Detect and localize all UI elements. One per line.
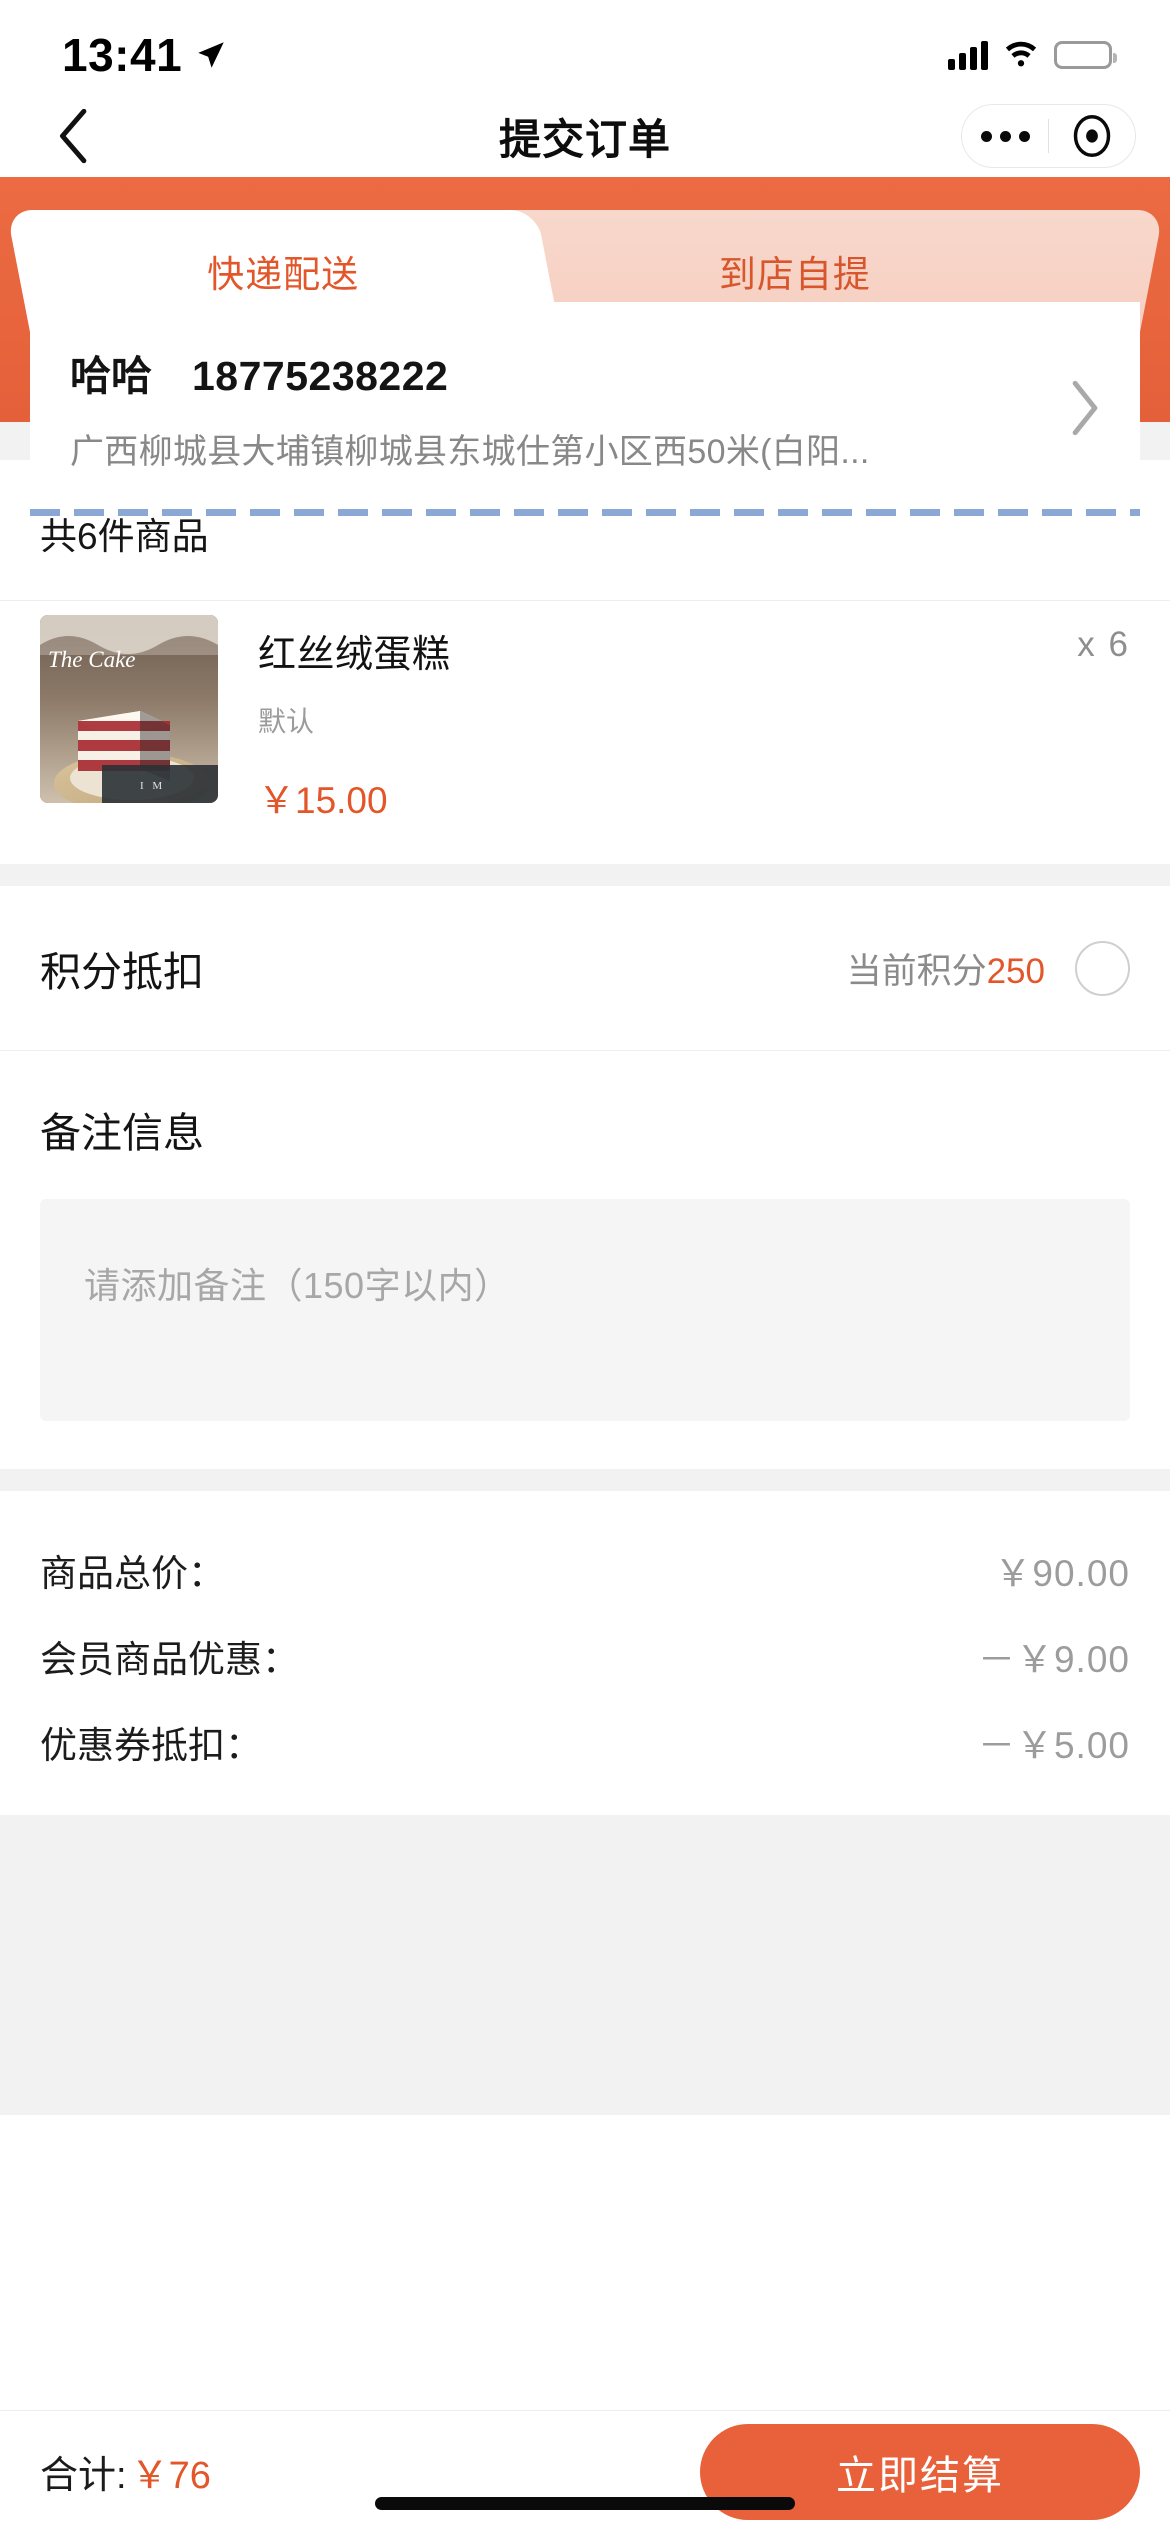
status-bar-time-group: 13:41 (62, 14, 228, 82)
app-screen: 13:41 提交订单 到店自提 快递配送 哈哈 18775238222 广西柳城… (0, 0, 1170, 2532)
address-dashed-edge (30, 509, 1140, 516)
status-bar: 13:41 (0, 0, 1170, 95)
points-label: 积分抵扣 (40, 949, 204, 995)
address-detail: 广西柳城县大埔镇柳城县东城仕第小区西50米(白阳... (70, 433, 870, 471)
red-velvet-cake-photo: The Cake I M (40, 615, 218, 803)
back-button[interactable] (44, 106, 104, 166)
current-points-value: 250 (986, 951, 1045, 991)
miniprogram-capsule[interactable] (961, 104, 1136, 168)
tab-express-delivery-label: 快递配送 (207, 254, 360, 295)
order-total-value: ￥76 (130, 2455, 211, 2497)
svg-text:I M: I M (140, 780, 165, 792)
remark-placeholder: 请添加备注（150字以内） (84, 1265, 511, 1306)
order-total: 合计: ￥76 (40, 2444, 211, 2499)
summary-value: －￥9.00 (977, 1639, 1130, 1680)
points-section: 积分抵扣 当前积分250 备注信息 请添加备注（150字以内） (0, 886, 1170, 1469)
location-arrow-icon (198, 41, 224, 68)
home-indicator (375, 2497, 795, 2510)
points-right-group: 当前积分250 (847, 940, 1130, 996)
battery-low-power-icon (1054, 40, 1117, 69)
product-name: 红丝绒蛋糕 (258, 634, 451, 676)
goods-section: 共6件商品 The Cake I M 红丝绒蛋糕 默认 ￥15.00 x 6 (0, 460, 1170, 864)
points-deduction-row[interactable]: 积分抵扣 当前积分250 (0, 886, 1170, 1050)
checkout-bar: 合计: ￥76 立即结算 (0, 2410, 1170, 2532)
status-bar-indicators (948, 26, 1117, 70)
current-points-text: 当前积分250 (847, 943, 1045, 994)
product-info: 红丝绒蛋糕 默认 ￥15.00 x 6 (218, 615, 1130, 824)
address-arrow[interactable] (1040, 380, 1100, 436)
product-spec: 默认 (258, 706, 315, 737)
list-item[interactable]: The Cake I M 红丝绒蛋糕 默认 ￥15.00 x 6 (0, 601, 1170, 864)
address-content: 哈哈 18775238222 广西柳城县大埔镇柳城县东城仕第小区西50米(白阳.… (70, 342, 1040, 473)
section-gap (0, 1469, 1170, 1491)
delivery-mode-tabs: 到店自提 快递配送 (0, 210, 1170, 332)
summary-section: 商品总价： ￥90.00 会员商品优惠： －￥9.00 优惠券抵扣： －￥5.0… (0, 1491, 1170, 1815)
section-gap (0, 864, 1170, 886)
summary-label: 优惠券抵扣： (40, 1725, 262, 1766)
svg-text:The Cake: The Cake (48, 647, 136, 672)
recipient-phone: 18775238222 (192, 353, 449, 399)
summary-label: 商品总价： (40, 1553, 225, 1594)
product-thumbnail[interactable]: The Cake I M (40, 615, 218, 803)
points-toggle-radio[interactable] (1075, 940, 1130, 996)
target-circle-icon[interactable] (1049, 114, 1135, 158)
status-time: 13:41 (62, 28, 183, 81)
summary-list: 商品总价： ￥90.00 会员商品优惠： －￥9.00 优惠券抵扣： －￥5.0… (0, 1491, 1170, 1815)
remark-input[interactable]: 请添加备注（150字以内） (40, 1199, 1130, 1421)
table-row: 会员商品优惠： －￥9.00 (40, 1613, 1130, 1699)
page-title: 提交订单 (498, 115, 671, 163)
wifi-icon (1005, 41, 1037, 66)
address-card[interactable]: 哈哈 18775238222 广西柳城县大埔镇柳城县东城仕第小区西50米(白阳.… (30, 302, 1140, 509)
product-quantity: x 6 (1077, 625, 1130, 664)
table-row: 商品总价： ￥90.00 (40, 1527, 1130, 1613)
tab-store-pickup-label: 到店自提 (718, 254, 871, 295)
chevron-right-icon (1072, 380, 1098, 435)
address-card-wrapper: 哈哈 18775238222 广西柳城县大埔镇柳城县东城仕第小区西50米(白阳.… (30, 302, 1140, 516)
bottom-gap (0, 1815, 1170, 2115)
chevron-left-icon (60, 108, 87, 164)
summary-label: 会员商品优惠： (40, 1639, 299, 1680)
summary-value: ￥90.00 (994, 1553, 1130, 1594)
more-dots-icon[interactable] (962, 130, 1048, 142)
order-total-label: 合计: (40, 2455, 127, 2497)
address-contact-line: 哈哈 18775238222 (70, 342, 1040, 402)
navigation-bar: 提交订单 (0, 95, 1170, 177)
table-row: 优惠券抵扣： －￥5.00 (40, 1699, 1130, 1785)
summary-value: －￥5.00 (977, 1725, 1130, 1766)
delivery-header: 到店自提 快递配送 哈哈 18775238222 广西柳城县大埔镇柳城县东城仕第… (0, 177, 1170, 516)
remark-title: 备注信息 (40, 1110, 204, 1156)
cellular-signal-icon (948, 40, 988, 70)
recipient-name: 哈哈 (70, 353, 152, 399)
product-price: ￥15.00 (258, 780, 388, 821)
current-points-prefix: 当前积分 (846, 951, 987, 991)
